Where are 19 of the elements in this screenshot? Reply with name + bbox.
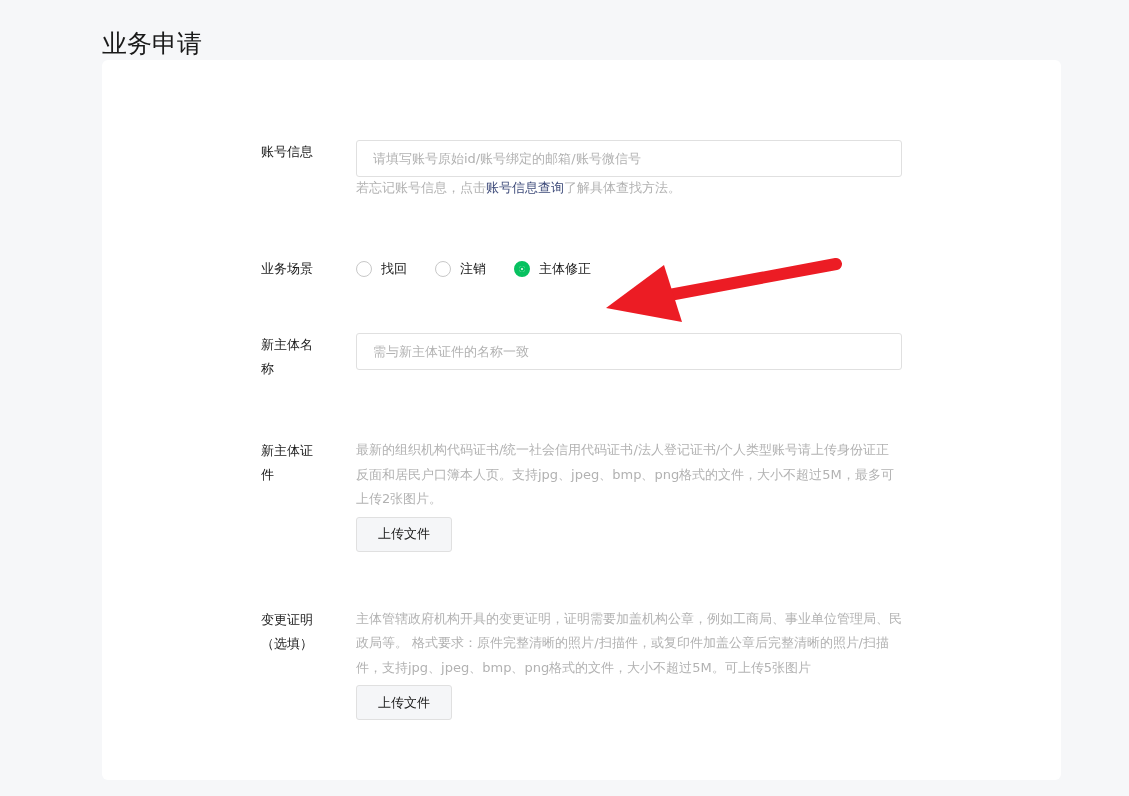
- description-text: 主体管辖政府机构开具的变更证明，证明需要加盖机构公章，例如工商局、事业单位管理局、民政局等。 格式要求：原件完整清晰的照片/扫描件，或复印件加盖公章后完整清晰的照片/扫描件，支持jpg、jpeg、bmp、png格式的文件，大小不超过5M。可上传5张图片: [356, 609, 902, 677]
- upload-button[interactable]: 上传文件: [356, 516, 452, 552]
- page-title: 业务申请: [102, 28, 203, 60]
- radio-button[interactable]: [514, 261, 530, 277]
- radio-option[interactable]: 找回: [356, 260, 407, 278]
- radio-button[interactable]: [435, 261, 451, 277]
- field-label: 账号信息: [261, 143, 314, 161]
- info-query-link[interactable]: 账号信息查询: [486, 180, 564, 195]
- upload-button[interactable]: 上传文件: [356, 685, 452, 720]
- hint-text: 了解具体查找方法。: [564, 180, 681, 195]
- input-field[interactable]: 请填写账号原始id/账号绑定的邮箱/账号微信号: [356, 140, 902, 177]
- radio-option[interactable]: 注销: [435, 260, 486, 278]
- hint-text: 若忘记账号信息，点击: [356, 180, 486, 195]
- field-label: 新主体名称: [261, 336, 314, 378]
- field-label: 业务场景: [261, 260, 314, 278]
- field-label: 新主体证件: [261, 442, 314, 484]
- radio-button[interactable]: [356, 261, 372, 277]
- field-label: 变更证明（选填）: [261, 610, 314, 653]
- radio-option[interactable]: 主体修正: [514, 260, 591, 278]
